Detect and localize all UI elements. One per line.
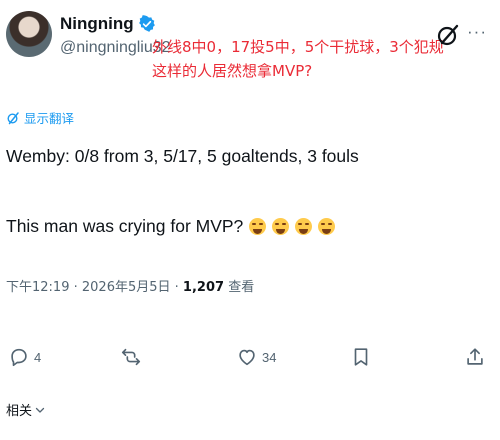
reply-icon	[11, 348, 27, 367]
reply-count: 4	[34, 349, 42, 365]
related-dropdown[interactable]: 相关	[6, 400, 46, 419]
related-label: 相关	[6, 404, 33, 419]
bookmark-icon	[354, 348, 368, 366]
meta-separator: ·	[73, 280, 82, 295]
views-label: 查看	[228, 280, 255, 295]
like-count: 34	[262, 349, 277, 365]
loudly-crying-emoji-icon	[294, 218, 312, 235]
retweet-icon	[121, 348, 141, 366]
overlay-caption-line1: 外线8中0，17投5中，5个干扰球，3个犯规	[152, 38, 444, 56]
chevron-down-icon	[35, 407, 45, 413]
tweet-text-line2: This man was crying for MVP?	[6, 216, 335, 237]
tweet-text-line1: Wemby: 0/8 from 3, 5/17, 5 goaltends, 3 …	[6, 146, 359, 166]
translate-link[interactable]: 显示翻译	[6, 108, 74, 127]
reply-button[interactable]: 4	[8, 346, 41, 368]
crying-laughing-emoji-icon	[249, 218, 267, 235]
bookmark-button[interactable]	[350, 346, 372, 368]
retweet-button[interactable]	[120, 346, 142, 368]
share-button[interactable]	[464, 346, 486, 368]
verified-badge-icon	[138, 15, 155, 32]
avatar[interactable]	[6, 11, 52, 57]
crying-laughing-emoji-icon	[272, 218, 290, 235]
author-name-row: Ningning	[60, 14, 156, 34]
overlay-caption-line2: 这样的人居然想拿MVP?	[152, 62, 313, 80]
view-count: 1,207	[182, 280, 225, 295]
tweet-date[interactable]: 2026年5月5日	[82, 280, 171, 295]
translate-label: 显示翻译	[24, 111, 75, 126]
more-options-icon[interactable]: ···	[467, 22, 487, 42]
grok-icon[interactable]	[435, 22, 461, 48]
loudly-crying-emoji-icon	[317, 218, 335, 235]
grok-translate-icon	[7, 111, 19, 124]
like-button[interactable]: 34	[236, 346, 276, 368]
action-bar: 4 34	[0, 346, 500, 376]
tweet-meta: 下午12:19 · 2026年5月5日 · 1,207 查看	[6, 276, 254, 295]
author-display-name[interactable]: Ningning	[60, 14, 134, 34]
meta-separator: ·	[174, 280, 183, 295]
tweet-time[interactable]: 下午12:19	[6, 280, 69, 295]
heart-icon	[239, 349, 255, 366]
share-icon	[467, 348, 483, 365]
tweet-text-line2-text: This man was crying for MVP?	[6, 216, 244, 236]
overlay-caption: 外线8中0，17投5中，5个干扰球，3个犯规 这样的人居然想拿MVP?	[152, 35, 444, 83]
